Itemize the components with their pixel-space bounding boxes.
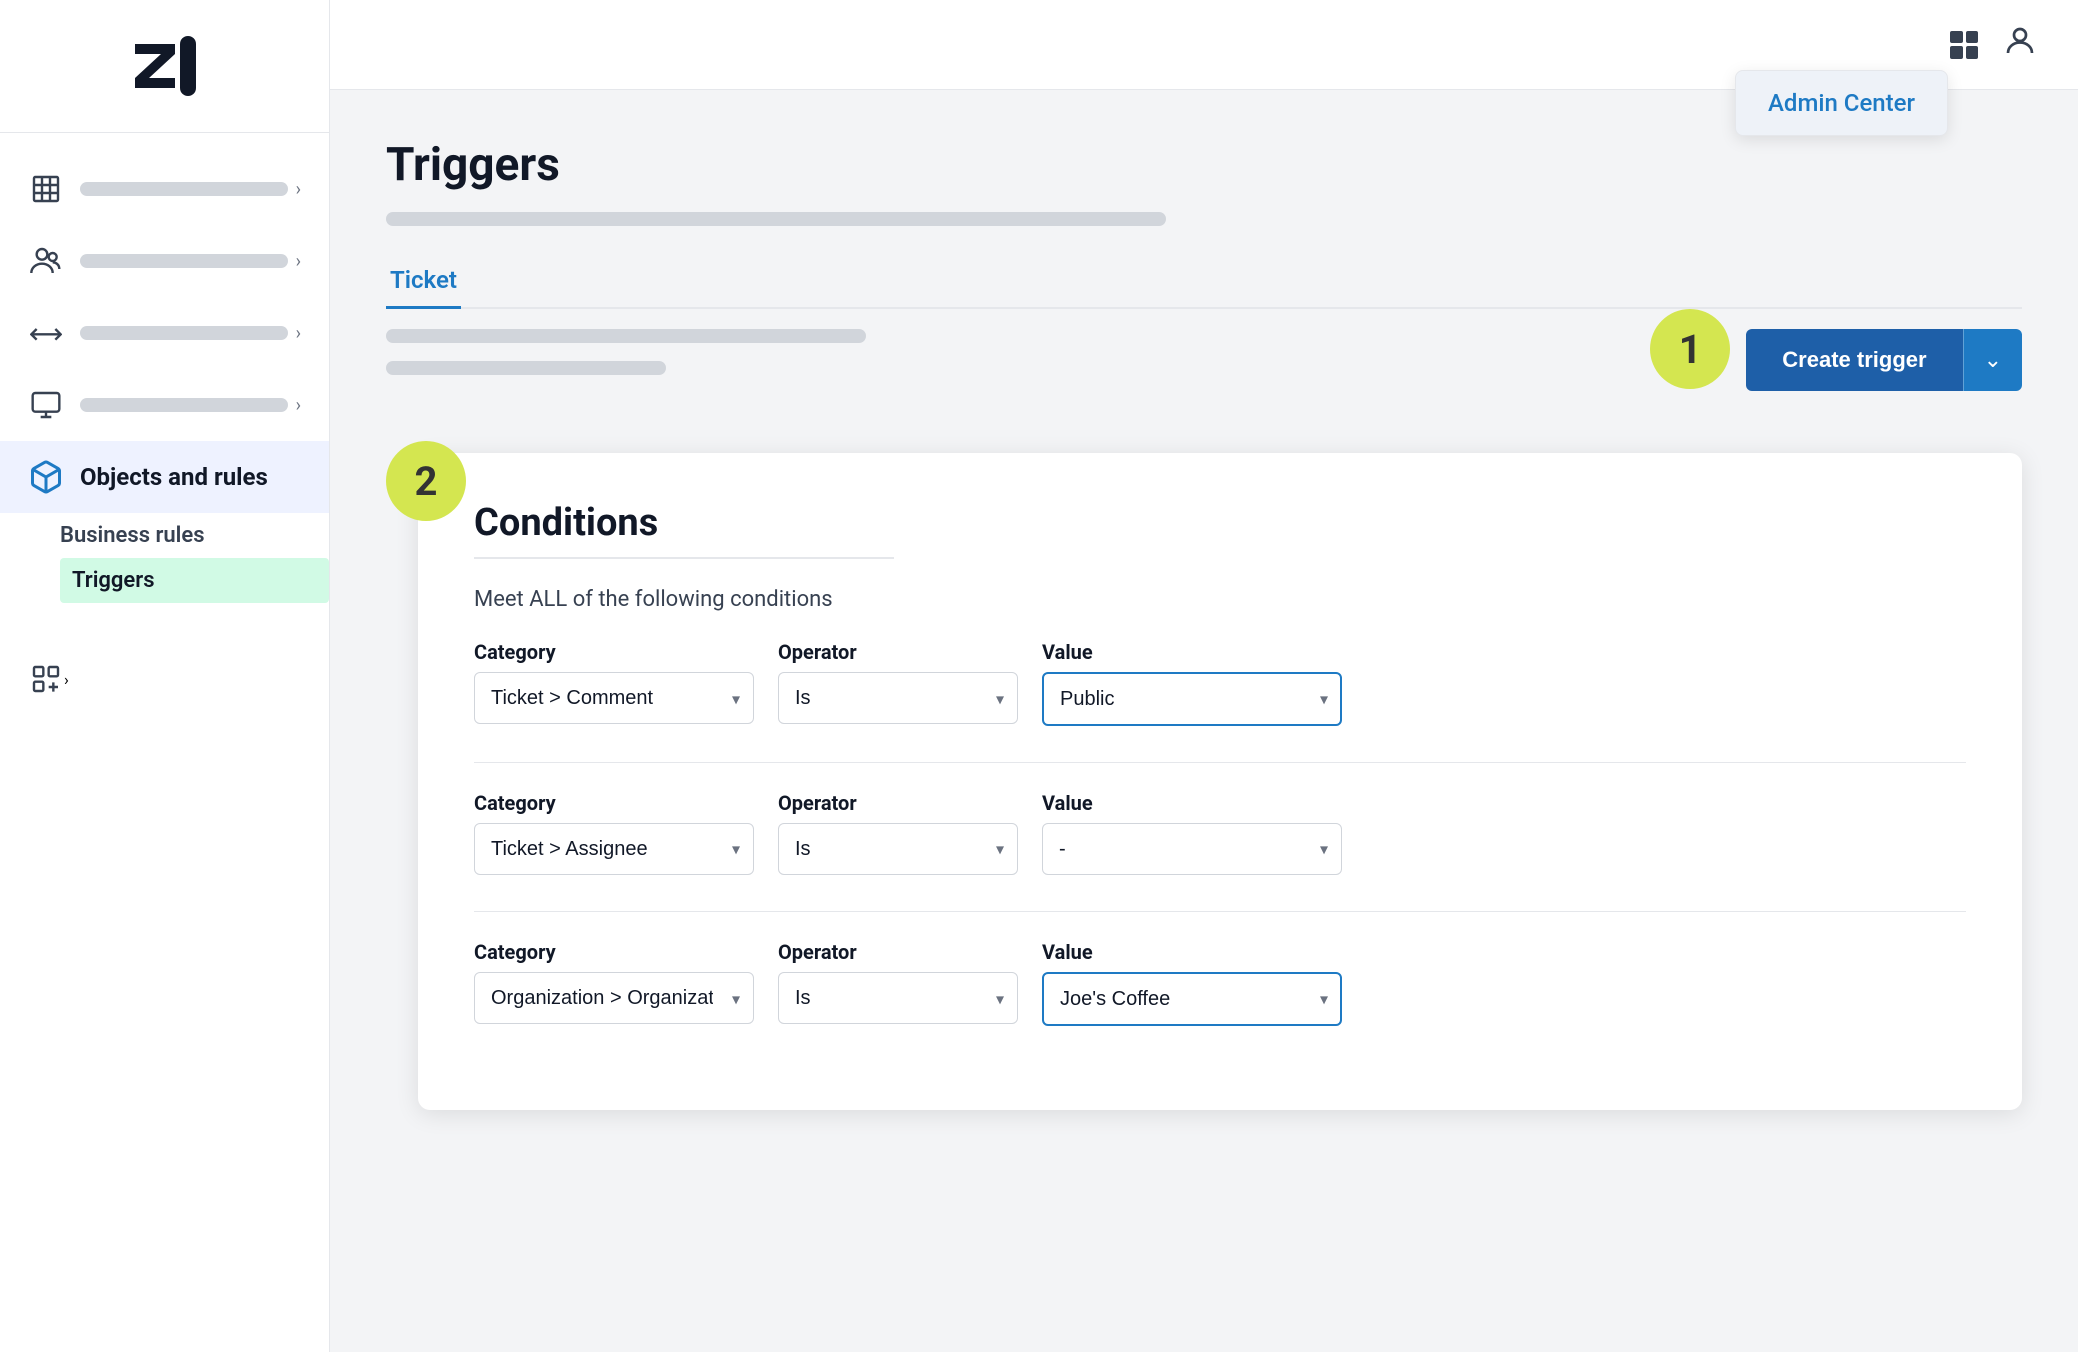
step2-number: 2 <box>415 458 438 505</box>
chevron-people: › <box>296 251 301 272</box>
nav-label-bar-people <box>80 254 288 268</box>
sidebar-item-apps[interactable]: › <box>0 643 329 715</box>
chevron-arrows: › <box>296 323 301 344</box>
value-header-2: Value <box>1042 791 1342 815</box>
category-select-3[interactable]: Organization > Organization <box>474 972 754 1024</box>
trigger-toolbar-area: 1 Create trigger ⌄ <box>386 329 2022 409</box>
content-area: Triggers Ticket 1 Create trigger <box>330 90 2078 1352</box>
condition-divider-2 <box>474 911 1966 912</box>
arrows-icon <box>28 315 64 351</box>
zendesk-logo <box>125 36 205 96</box>
apps-icon <box>28 661 64 697</box>
category-select-wrapper-1: Ticket > Comment <box>474 672 754 726</box>
chevron-apps: › <box>64 670 69 689</box>
sidebar-item-monitor[interactable]: › <box>0 369 329 441</box>
category-select-wrapper-3: Organization > Organization <box>474 972 754 1026</box>
step2-badge: 2 <box>386 441 466 521</box>
tab-ticket[interactable]: Ticket <box>386 254 461 309</box>
condition-row-2: Category Operator Value Ticket > Assigne… <box>474 791 1966 875</box>
user-icon[interactable] <box>2002 23 2038 66</box>
condition-row-1: Category Operator Value Ticket > Comment <box>474 640 1966 726</box>
skeleton-lines <box>386 329 1650 385</box>
building-icon <box>28 171 64 207</box>
category-select-1[interactable]: Ticket > Comment <box>474 672 754 724</box>
operator-header-1: Operator <box>778 640 1018 664</box>
nav-label-bar-monitor <box>80 398 288 412</box>
value-select-2[interactable]: - <box>1042 823 1342 875</box>
condition-row-3: Category Operator Value Organization > O… <box>474 940 1966 1026</box>
conditions-title: Conditions <box>474 501 1966 545</box>
chevron-buildings: › <box>296 179 301 200</box>
condition-fields-1: Ticket > Comment Is Public <box>474 672 1966 726</box>
page-title: Triggers <box>386 138 2022 192</box>
value-select-wrapper-3: Joe's Coffee <box>1042 972 1342 1026</box>
operator-select-wrapper-3: Is <box>778 972 1018 1026</box>
sidebar: › › <box>0 0 330 1352</box>
skeleton-bar-1 <box>386 212 1166 226</box>
admin-center-dropdown: Admin Center <box>1735 70 1948 136</box>
admin-center-link[interactable]: Admin Center <box>1768 89 1915 117</box>
value-select-1[interactable]: Public <box>1042 672 1342 726</box>
objects-rules-icon <box>28 459 64 495</box>
category-select-wrapper-2: Ticket > Assignee <box>474 823 754 875</box>
step2-area: 2 Conditions Meet ALL of the following c… <box>386 433 2022 1110</box>
chevron-monitor: › <box>296 395 301 416</box>
step1-number: 1 <box>1679 326 1702 373</box>
operator-select-wrapper-1: Is <box>778 672 1018 726</box>
value-select-wrapper-1: Public <box>1042 672 1342 726</box>
category-header-3: Category <box>474 940 754 964</box>
condition-headers-2: Category Operator Value <box>474 791 1966 815</box>
skeleton-bar-2 <box>386 329 866 343</box>
create-trigger-dropdown-button[interactable]: ⌄ <box>1963 329 2022 391</box>
operator-header-3: Operator <box>778 940 1018 964</box>
conditions-card: Conditions Meet ALL of the following con… <box>418 453 2022 1110</box>
condition-fields-2: Ticket > Assignee Is - <box>474 823 1966 875</box>
grid-icon[interactable] <box>1950 31 1978 59</box>
conditions-divider-line <box>474 557 894 559</box>
operator-select-1[interactable]: Is <box>778 672 1018 724</box>
operator-select-3[interactable]: Is <box>778 972 1018 1024</box>
sidebar-nav: › › <box>0 145 329 1352</box>
tabs-bar: Ticket <box>386 254 2022 309</box>
nav-label-bar-arrows <box>80 326 288 340</box>
sidebar-item-objects-rules[interactable]: Objects and rules <box>0 441 329 513</box>
condition-headers-3: Category Operator Value <box>474 940 1966 964</box>
value-select-wrapper-2: - <box>1042 823 1342 875</box>
skeleton-bar-3 <box>386 361 666 375</box>
condition-divider-1 <box>474 762 1966 763</box>
create-trigger-button[interactable]: Create trigger <box>1746 329 1962 391</box>
condition-headers-1: Category Operator Value <box>474 640 1966 664</box>
main-area: Admin Center Triggers Ticket 1 <box>330 0 2078 1352</box>
submenu-triggers[interactable]: Triggers <box>60 558 329 603</box>
operator-select-wrapper-2: Is <box>778 823 1018 875</box>
sidebar-item-people[interactable]: › <box>0 225 329 297</box>
value-header-1: Value <box>1042 640 1342 664</box>
create-trigger-button-group: Create trigger ⌄ <box>1746 329 2022 391</box>
condition-fields-3: Organization > Organization Is Joe's Cof… <box>474 972 1966 1026</box>
submenu-business-rules[interactable]: Business rules <box>60 513 329 558</box>
objects-rules-label: Objects and rules <box>80 463 301 491</box>
value-select-3[interactable]: Joe's Coffee <box>1042 972 1342 1026</box>
value-header-3: Value <box>1042 940 1342 964</box>
sidebar-item-buildings[interactable]: › <box>0 153 329 225</box>
nav-label-bar-buildings <box>80 182 288 196</box>
step1-badge: 1 <box>1650 309 1730 389</box>
people-icon <box>28 243 64 279</box>
sidebar-item-arrows[interactable]: › <box>0 297 329 369</box>
sidebar-submenu: Business rules Triggers <box>0 513 329 603</box>
logo-area <box>0 0 329 133</box>
category-header-2: Category <box>474 791 754 815</box>
category-header-1: Category <box>474 640 754 664</box>
monitor-icon <box>28 387 64 423</box>
operator-header-2: Operator <box>778 791 1018 815</box>
operator-select-2[interactable]: Is <box>778 823 1018 875</box>
conditions-subtitle: Meet ALL of the following conditions <box>474 587 1966 612</box>
category-select-2[interactable]: Ticket > Assignee <box>474 823 754 875</box>
